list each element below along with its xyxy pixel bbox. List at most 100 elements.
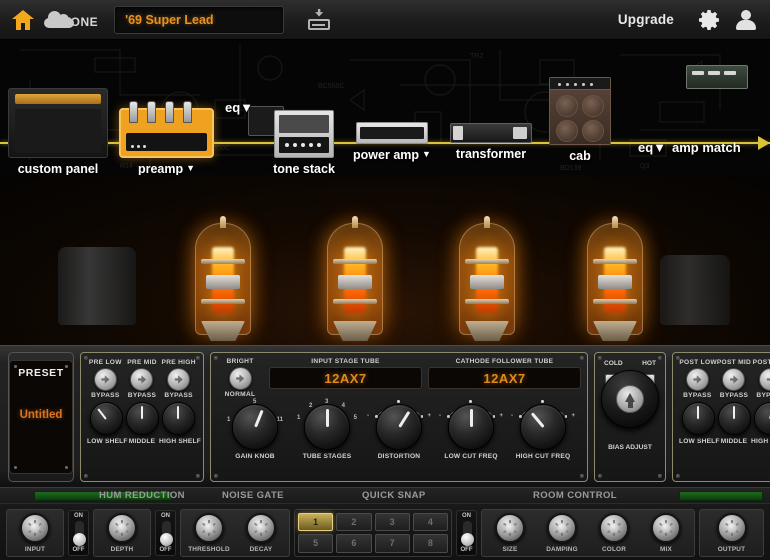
quick-snap-slot-8[interactable]: 8 <box>412 534 448 553</box>
cathode-follower-tube-select[interactable]: 12AX7 <box>428 367 581 389</box>
preset-display-panel[interactable]: PRESET Untitled <box>8 352 74 482</box>
preset-name-input[interactable]: '69 Super Lead <box>114 5 285 34</box>
pre-high-shelf-label: HIGH SHELF <box>159 438 201 445</box>
high-cut-freq-cell: - + HIGH CUT FREQ <box>507 400 579 460</box>
eq-button-1[interactable]: eq▼ <box>225 100 253 115</box>
pre-low-bypass-button[interactable] <box>93 368 117 391</box>
decay-knob-label: DECAY <box>249 545 273 553</box>
input-stage-tube-select[interactable]: 12AX7 <box>269 367 422 389</box>
gate-toggle-on-label: ON <box>161 512 170 519</box>
room-toggle-on-label: ON <box>462 512 471 519</box>
chain-node-cab[interactable]: cab <box>549 77 611 163</box>
section-label-quick-snap: QUICK SNAP <box>362 490 426 501</box>
decay-knob[interactable] <box>246 512 276 543</box>
mix-knob-label: MIX <box>660 545 672 553</box>
save-preset-icon[interactable] <box>306 8 332 32</box>
post-low-bypass-label: BYPASS <box>683 392 712 399</box>
pre-high-bypass-button[interactable] <box>167 368 191 391</box>
post-low-shelf-knob[interactable] <box>681 402 715 435</box>
tube-stages-knob[interactable] <box>304 404 350 450</box>
upgrade-button[interactable]: Upgrade <box>618 12 674 27</box>
amp-match-button[interactable]: amp match <box>672 140 741 155</box>
post-high-bypass-button[interactable] <box>759 368 770 391</box>
bias-adjust-label: BIAS ADJUST <box>608 444 652 451</box>
chain-node-transformer[interactable]: transformer <box>450 123 532 161</box>
preset-screen-title: PRESET <box>18 367 64 379</box>
post-high-label: POST HIGH <box>752 359 770 366</box>
pre-high-shelf-knob[interactable] <box>161 402 195 435</box>
quick-snap-slot-1[interactable]: 1 <box>298 512 334 531</box>
distortion-knob[interactable] <box>376 404 422 450</box>
chain-node-preamp[interactable]: preamp ▼ <box>119 101 214 175</box>
post-high-bypass-cell: POST HIGH BYPASS <box>753 359 770 399</box>
room-control-toggle[interactable]: ON OFF <box>456 509 477 556</box>
pre-low-bypass-cell: PRE LOW BYPASS <box>87 359 123 399</box>
pre-eq-group: PRE LOW BYPASS PRE MID BYPASS PRE HIGH B… <box>80 352 204 482</box>
mix-knob[interactable] <box>651 512 681 543</box>
noise-gate-toggle[interactable]: ON OFF <box>155 509 176 556</box>
pre-middle-knob[interactable] <box>125 402 159 435</box>
bias-cold-label: COLD <box>604 360 623 367</box>
pre-middle-cell: MIDDLE <box>125 402 159 445</box>
cab-module <box>549 77 611 145</box>
hum-toggle-on-label: ON <box>74 512 83 519</box>
tube-graphic-4 <box>581 213 649 341</box>
user-icon[interactable] <box>736 9 756 31</box>
bias-adjust-knob[interactable] <box>601 370 659 428</box>
pre-mid-bypass-cell: PRE MID BYPASS <box>124 359 160 399</box>
home-icon[interactable] <box>12 9 34 30</box>
svg-text:TR2: TR2 <box>470 53 483 60</box>
hum-reduction-toggle[interactable]: ON OFF <box>68 509 89 556</box>
post-high-bypass-label: BYPASS <box>756 392 770 399</box>
quick-snap-slot-4[interactable]: 4 <box>412 512 448 531</box>
preset-screen: PRESET Untitled <box>9 360 73 474</box>
post-low-bypass-button[interactable] <box>685 368 709 391</box>
quick-snap-slot-6[interactable]: 6 <box>336 534 372 553</box>
gain-knob[interactable] <box>232 404 278 450</box>
color-knob-label: COLOR <box>601 545 627 553</box>
distortion-label: DISTORTION <box>377 453 421 460</box>
post-middle-cell: MIDDLE <box>717 402 751 445</box>
tone-brand-logo[interactable]: TONE <box>44 11 98 29</box>
high-cut-freq-knob[interactable] <box>520 404 566 450</box>
post-high-shelf-cell: HIGH SHELF <box>751 402 770 445</box>
cathode-follower-tube-label: CATHODE FOLLOWER TUBE <box>455 358 554 365</box>
pre-mid-bypass-button[interactable] <box>130 368 154 391</box>
gear-icon[interactable] <box>698 9 720 31</box>
eq-button-2[interactable]: eq▼ <box>638 140 666 155</box>
quick-snap-grid: 1 2 3 4 5 6 7 8 <box>294 508 452 557</box>
tube-stages-cell: 1 2 3 4 5 TUBE STAGES <box>291 399 363 460</box>
chain-node-power-amp[interactable]: power amp ▼ <box>353 122 431 162</box>
pre-mid-label: PRE MID <box>127 359 157 366</box>
post-middle-knob[interactable] <box>717 402 751 435</box>
quick-snap-slot-3[interactable]: 3 <box>374 512 410 531</box>
chain-node-tone-stack[interactable]: tone stack <box>273 110 335 175</box>
mix-knob-cell: MIX <box>644 512 688 553</box>
svg-text:BD139: BD139 <box>560 165 582 172</box>
quick-snap-slot-2[interactable]: 2 <box>336 512 372 531</box>
input-knob[interactable] <box>20 512 50 543</box>
size-knob[interactable] <box>495 512 525 543</box>
chain-label-preamp: preamp ▼ <box>137 162 196 175</box>
low-cut-freq-cell: - + LOW CUT FREQ <box>435 400 507 460</box>
threshold-knob[interactable] <box>194 512 224 543</box>
depth-knob[interactable] <box>107 512 137 543</box>
quick-snap-slot-5[interactable]: 5 <box>298 534 334 553</box>
quick-snap-slot-7[interactable]: 7 <box>374 534 410 553</box>
bright-normal-switch[interactable] <box>228 367 252 390</box>
damping-knob[interactable] <box>547 512 577 543</box>
output-knob[interactable] <box>716 512 747 543</box>
chain-node-custom-panel[interactable]: custom panel <box>8 88 108 175</box>
svg-text:Q3: Q3 <box>640 163 649 170</box>
preamp-group: BRIGHT NORMAL INPUT STAGE TUBE 12AX7 CAT… <box>210 352 588 482</box>
normal-label: NORMAL <box>224 391 256 398</box>
bright-normal-switch-cell: BRIGHT NORMAL <box>217 358 263 398</box>
low-cut-freq-knob[interactable] <box>448 404 494 450</box>
pre-high-label: PRE HIGH <box>161 359 196 366</box>
pre-low-shelf-knob[interactable] <box>89 402 123 435</box>
post-high-shelf-knob[interactable] <box>753 402 770 435</box>
post-mid-label: POST MID <box>716 359 752 366</box>
gate-toggle-off-label: OFF <box>159 546 172 553</box>
post-mid-bypass-button[interactable] <box>722 368 746 391</box>
color-knob[interactable] <box>599 512 629 543</box>
